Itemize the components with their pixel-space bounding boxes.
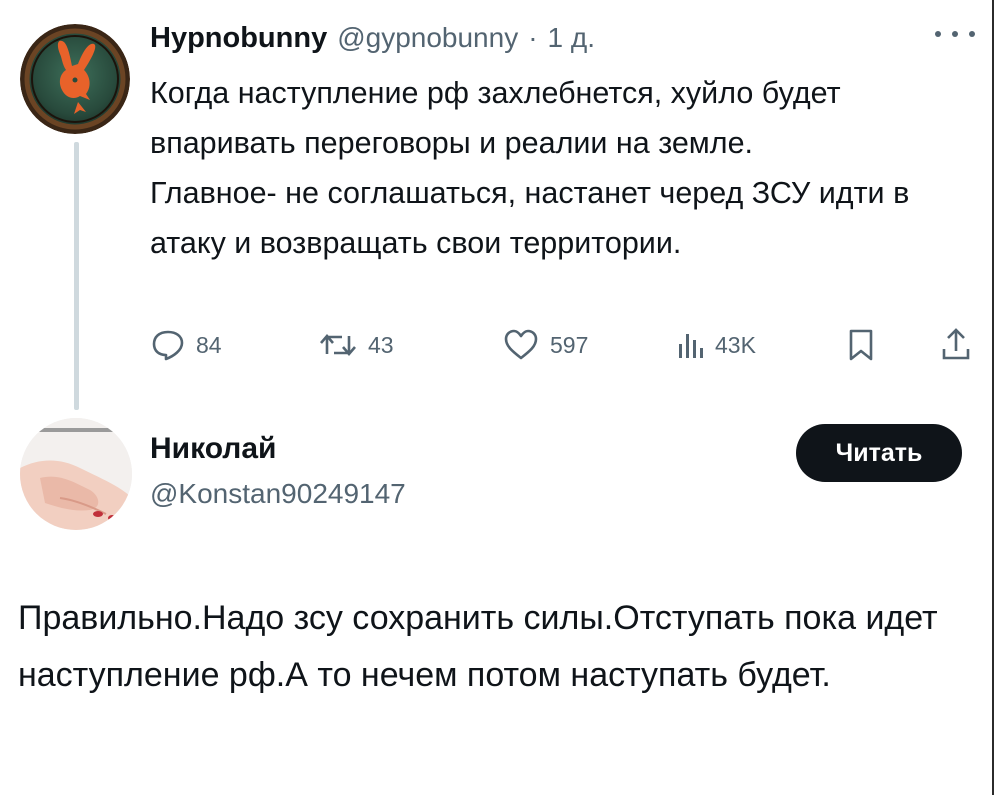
reply-icon (152, 330, 184, 361)
views-count: 43K (715, 331, 756, 358)
share-icon (942, 328, 970, 360)
tweet-text-paragraph: Главное- не соглашаться, настанет черед … (150, 176, 910, 260)
display-name[interactable]: Hypnobunny (150, 22, 327, 55)
tweet-text: Правильно.Надо зсу сохранить силы.Отступ… (18, 599, 938, 694)
playboy-bunny-logo-icon (20, 24, 130, 134)
tweet-actions-bar: 84 43 597 43K (150, 320, 980, 370)
user-handle[interactable]: @gypnobunny (337, 22, 518, 54)
more-dots-icon[interactable] (935, 22, 975, 46)
tweet-time[interactable]: 1 д. (548, 22, 595, 54)
views-button[interactable]: 43K (675, 320, 756, 370)
tweet-text-paragraph: Когда наступление рф захлебнется, хуйло … (150, 76, 841, 160)
screen-edge-line (992, 0, 994, 795)
retweet-icon (320, 334, 356, 356)
like-count: 597 (550, 331, 589, 358)
user-handle[interactable]: @Konstan90249147 (150, 478, 406, 510)
avatar[interactable] (20, 418, 132, 530)
avatar[interactable] (20, 24, 130, 134)
separator-dot: · (528, 22, 538, 53)
tweet-text: Когда наступление рф захлебнется, хуйло … (150, 68, 980, 268)
reply-button[interactable]: 84 (150, 320, 222, 370)
like-button[interactable]: 597 (502, 320, 588, 370)
views-bar-chart-icon (679, 334, 703, 358)
retweet-count: 43 (368, 331, 394, 358)
tweet-header: Hypnobunny @gypnobunny · 1 д. (150, 22, 595, 62)
share-button[interactable] (940, 320, 972, 370)
bookmark-button[interactable] (846, 320, 876, 370)
retweet-button[interactable]: 43 (318, 320, 394, 370)
thread-connector-line (74, 142, 79, 410)
reply-count: 84 (196, 331, 222, 358)
hand-photo-avatar-icon (20, 418, 132, 530)
heart-icon (504, 329, 538, 360)
follow-button[interactable]: Читать (796, 424, 962, 482)
display-name[interactable]: Николай (150, 432, 277, 466)
bookmark-icon (849, 329, 873, 361)
